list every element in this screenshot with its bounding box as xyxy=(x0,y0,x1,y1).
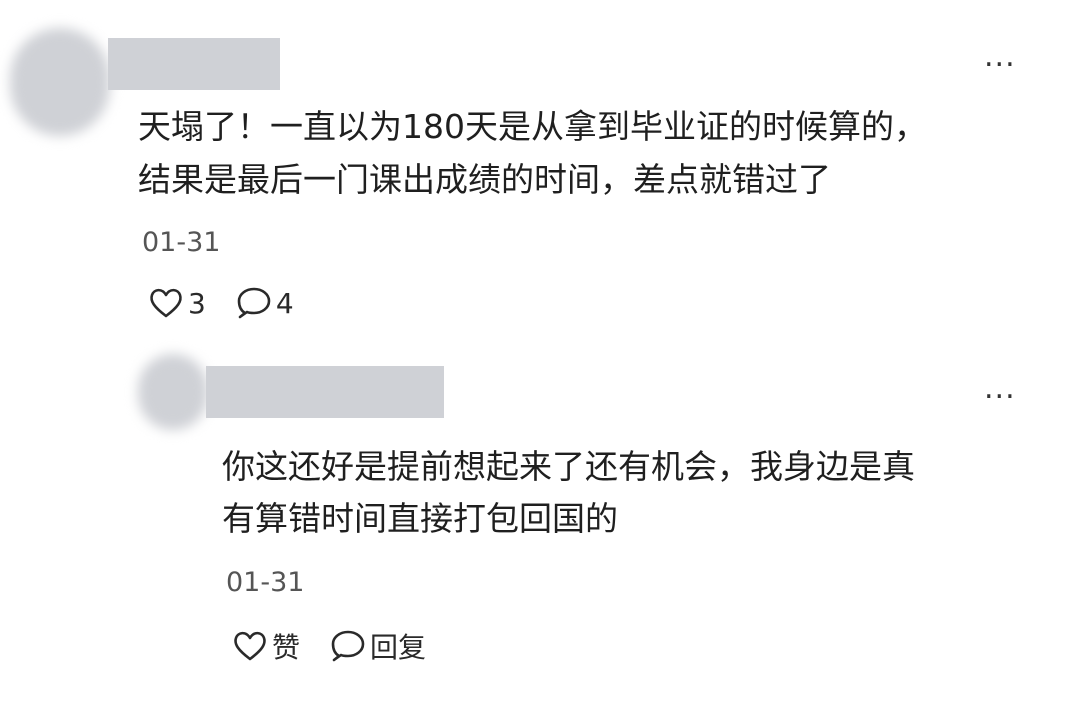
comment-text-line-2: 有算错时间直接打包回国的 xyxy=(222,499,618,538)
comment-actions: 3 4 xyxy=(148,286,294,320)
comment-text-line-2: 结果是最后一门课出成绩的时间，差点就错过了 xyxy=(138,160,831,199)
like-label: 赞 xyxy=(272,631,301,664)
reply-button[interactable]: 4 xyxy=(236,286,294,320)
avatar[interactable] xyxy=(10,28,110,136)
comment-actions: 赞 回复 xyxy=(232,626,426,666)
heart-outline-icon xyxy=(150,288,182,318)
reply-label: 回复 xyxy=(370,631,427,664)
speech-bubble-icon xyxy=(237,287,271,319)
more-options-button[interactable]: ... xyxy=(984,42,1016,72)
speech-bubble-icon xyxy=(331,630,365,662)
like-button[interactable]: 赞 xyxy=(232,626,300,666)
comment-text-line-1: 天塌了！一直以为180天是从拿到毕业证的时候算的， xyxy=(138,107,927,146)
comment-text-line-1: 你这还好是提前想起来了还有机会，我身边是真 xyxy=(222,447,915,486)
reply-button[interactable]: 回复 xyxy=(330,626,426,666)
more-options-button[interactable]: ... xyxy=(984,374,1016,404)
username-redacted[interactable] xyxy=(108,38,280,90)
comment-date: 01-31 xyxy=(142,227,221,258)
like-count: 3 xyxy=(188,286,206,320)
like-button[interactable]: 3 xyxy=(148,287,206,320)
comment-date: 01-31 xyxy=(226,567,305,598)
heart-outline-icon xyxy=(234,631,266,661)
avatar[interactable] xyxy=(138,354,208,430)
reply-count: 4 xyxy=(275,286,294,320)
username-redacted[interactable] xyxy=(206,366,444,418)
